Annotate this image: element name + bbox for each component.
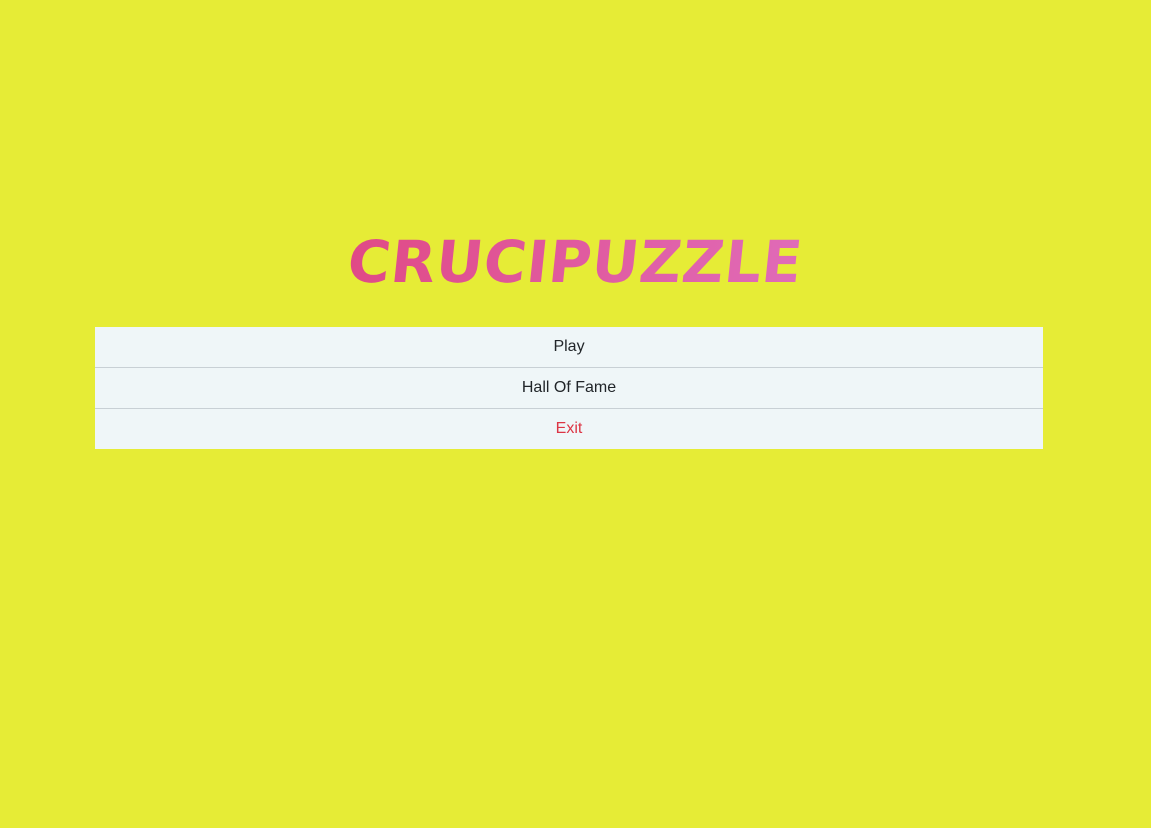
exit-button[interactable]: Exit [95, 409, 1043, 449]
title-container: CRUCIPUZZLE [0, 226, 1151, 298]
play-button[interactable]: Play [95, 327, 1043, 368]
main-menu: Play Hall Of Fame Exit [95, 327, 1043, 449]
main-screen: CRUCIPUZZLE Play Hall Of Fame Exit [0, 0, 1151, 828]
hall-of-fame-button[interactable]: Hall Of Fame [95, 368, 1043, 409]
app-title: CRUCIPUZZLE [344, 228, 807, 296]
